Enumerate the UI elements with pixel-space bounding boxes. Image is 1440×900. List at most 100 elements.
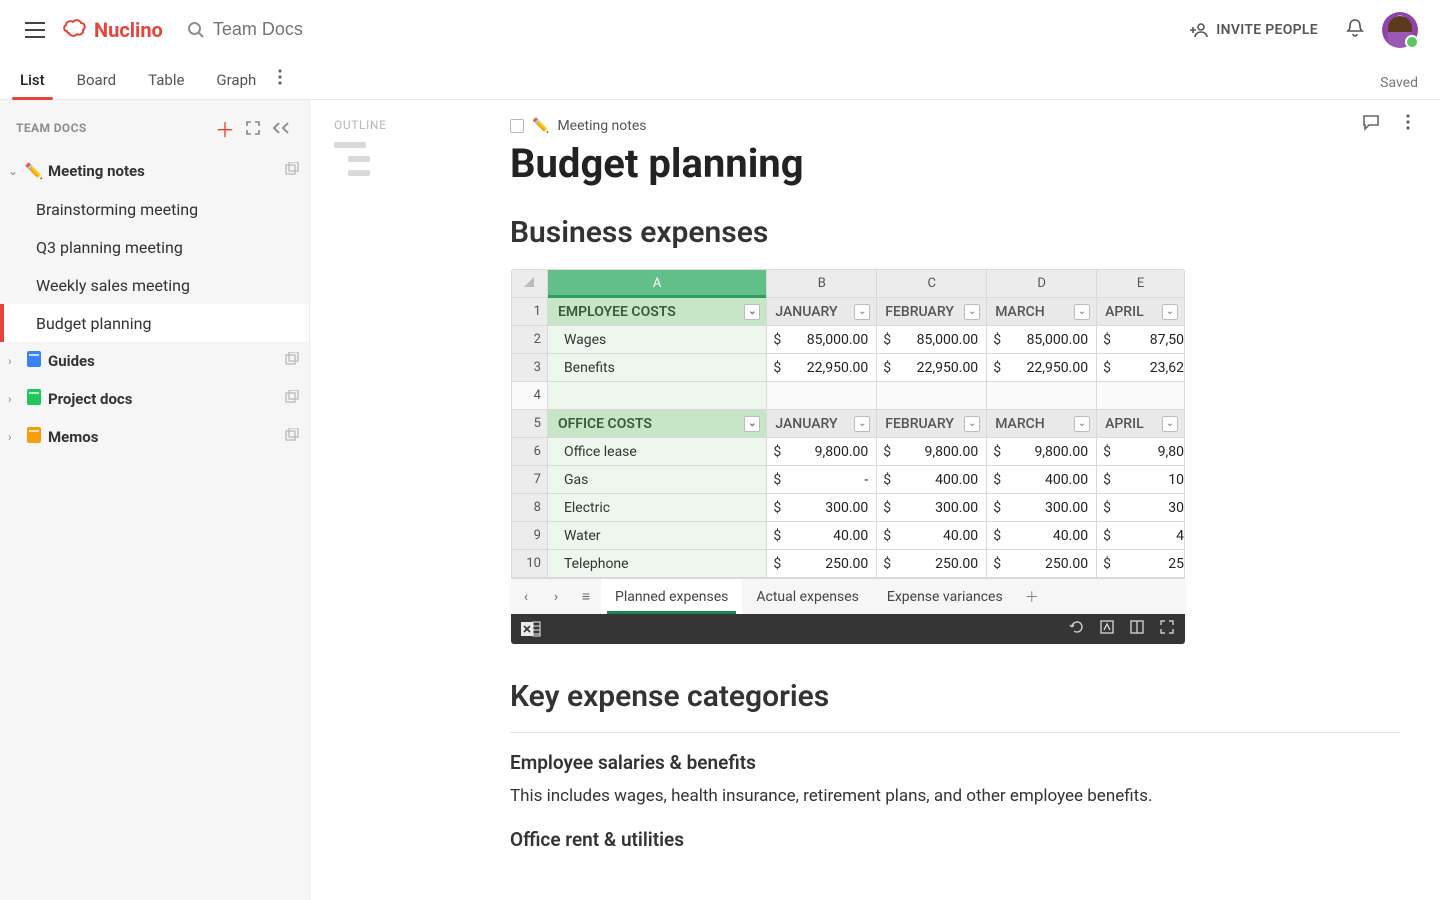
dropdown-icon[interactable]: ⌄ [854, 416, 870, 432]
dropdown-icon[interactable]: ⌄ [1162, 416, 1178, 432]
row-number[interactable]: 7 [512, 466, 548, 494]
row-number[interactable]: 8 [512, 494, 548, 522]
sheet-tab-planned-expenses[interactable]: Planned expenses [601, 579, 742, 614]
row-number[interactable]: 5 [512, 410, 548, 438]
row-label[interactable]: Water [547, 522, 766, 550]
sheet-all-tabs-button[interactable]: ≡ [571, 588, 601, 605]
row-number[interactable]: 9 [512, 522, 548, 550]
sidebar-item-project-docs[interactable]: ›Project docs [0, 380, 309, 418]
sheet-tab-actual-expenses[interactable]: Actual expenses [742, 579, 873, 614]
user-avatar[interactable] [1382, 12, 1418, 48]
sidebar-add-button[interactable]: ＋ [211, 114, 239, 142]
row-label[interactable]: Electric [547, 494, 766, 522]
row-number[interactable]: 3 [512, 354, 548, 382]
month-header[interactable]: APRIL⌄ [1097, 298, 1185, 326]
col-header-A[interactable]: A [547, 270, 766, 298]
month-header[interactable]: APRIL⌄ [1097, 410, 1185, 438]
view-more-button[interactable] [278, 69, 282, 99]
dropdown-icon[interactable]: ⌄ [1074, 416, 1090, 432]
row-number[interactable]: 10 [512, 550, 548, 578]
sheet-add-tab-button[interactable]: ＋ [1017, 587, 1047, 607]
row-label[interactable]: Office lease [547, 438, 766, 466]
cell[interactable]: $25 [1097, 550, 1185, 578]
breadcrumb[interactable]: ✏️ Meeting notes [510, 118, 1400, 134]
month-header[interactable]: JANUARY⌄ [767, 298, 877, 326]
dropdown-icon[interactable]: ⌄ [964, 304, 980, 320]
sidebar-item-guides[interactable]: ›Guides [0, 342, 309, 380]
notifications-button[interactable] [1346, 18, 1364, 42]
cell[interactable]: $400.00 [987, 466, 1097, 494]
doc-comments-button[interactable] [1362, 114, 1380, 136]
row-number[interactable]: 6 [512, 438, 548, 466]
month-header[interactable]: FEBRUARY⌄ [877, 298, 987, 326]
cell[interactable]: $250.00 [877, 550, 987, 578]
view-tab-list[interactable]: List [18, 71, 47, 99]
month-header[interactable]: MARCH⌄ [987, 298, 1097, 326]
col-header-E[interactable]: E [1097, 270, 1185, 298]
invite-people-button[interactable]: INVITE PEOPLE [1180, 16, 1328, 44]
view-tab-board[interactable]: Board [75, 71, 118, 99]
month-header[interactable]: MARCH⌄ [987, 410, 1097, 438]
doc-more-button[interactable] [1406, 114, 1410, 136]
cell[interactable]: $9,80 [1097, 438, 1185, 466]
cell[interactable]: $300.00 [767, 494, 877, 522]
cell[interactable]: $22,950.00 [767, 354, 877, 382]
sidebar-item-q3-planning-meeting[interactable]: Q3 planning meeting [0, 228, 309, 266]
row-number[interactable]: 4 [512, 382, 548, 410]
sheet-prev-button[interactable]: ‹ [511, 589, 541, 605]
row-label[interactable]: Wages [547, 326, 766, 354]
sidebar-item-budget-planning[interactable]: Budget planning [0, 304, 309, 342]
cell[interactable]: $85,000.00 [987, 326, 1097, 354]
sidebar-item-memos[interactable]: ›Memos [0, 418, 309, 456]
dropdown-icon[interactable]: ⌄ [964, 416, 980, 432]
dropdown-icon[interactable]: ⌄ [744, 416, 760, 432]
sheet-toolbar-columns[interactable] [1129, 619, 1145, 639]
col-header-D[interactable]: D [987, 270, 1097, 298]
spreadsheet-embed[interactable]: ABCDE1EMPLOYEE COSTS⌄JANUARY⌄FEBRUARY⌄MA… [510, 268, 1186, 645]
cell[interactable]: $87,50 [1097, 326, 1185, 354]
cell[interactable]: $10 [1097, 466, 1185, 494]
month-header[interactable]: JANUARY⌄ [767, 410, 877, 438]
cell[interactable]: $40.00 [987, 522, 1097, 550]
dropdown-icon[interactable]: ⌄ [1074, 304, 1090, 320]
cell[interactable]: $85,000.00 [767, 326, 877, 354]
sheet-tab-expense-variances[interactable]: Expense variances [873, 579, 1017, 614]
brand-logo[interactable]: Nuclino [62, 18, 163, 42]
sidebar-item-weekly-sales-meeting[interactable]: Weekly sales meeting [0, 266, 309, 304]
group-header[interactable]: EMPLOYEE COSTS⌄ [547, 298, 766, 326]
dropdown-icon[interactable]: ⌄ [854, 304, 870, 320]
sidebar-item-brainstorming-meeting[interactable]: Brainstorming meeting [0, 190, 309, 228]
view-tab-graph[interactable]: Graph [214, 71, 258, 99]
row-number[interactable]: 1 [512, 298, 548, 326]
sidebar-expand-button[interactable] [239, 114, 267, 142]
cell[interactable]: $- [767, 466, 877, 494]
row-label[interactable]: Gas [547, 466, 766, 494]
sidebar-item-meeting-notes[interactable]: ⌄✏️Meeting notes [0, 152, 309, 190]
menu-button[interactable] [18, 13, 52, 47]
cell[interactable]: $300.00 [877, 494, 987, 522]
cell[interactable]: $300.00 [987, 494, 1097, 522]
row-number[interactable]: 2 [512, 326, 548, 354]
cell[interactable]: $400.00 [877, 466, 987, 494]
sheet-corner[interactable] [512, 270, 548, 298]
cell[interactable]: $9,800.00 [987, 438, 1097, 466]
cell[interactable]: $250.00 [767, 550, 877, 578]
sheet-toolbar-fullscreen[interactable] [1159, 619, 1175, 639]
view-tab-table[interactable]: Table [146, 71, 186, 99]
cell[interactable]: $23,62 [1097, 354, 1185, 382]
cell[interactable]: $30 [1097, 494, 1185, 522]
sheet-toolbar-info[interactable] [1099, 619, 1115, 639]
dropdown-icon[interactable]: ⌄ [1162, 304, 1178, 320]
sheet-toolbar-refresh[interactable] [1069, 619, 1085, 639]
group-header[interactable]: OFFICE COSTS⌄ [547, 410, 766, 438]
cell[interactable]: $22,950.00 [877, 354, 987, 382]
col-header-C[interactable]: C [877, 270, 987, 298]
cell[interactable]: $250.00 [987, 550, 1097, 578]
cell[interactable]: $9,800.00 [877, 438, 987, 466]
col-header-B[interactable]: B [767, 270, 877, 298]
cell[interactable]: $85,000.00 [877, 326, 987, 354]
cell[interactable]: $40.00 [877, 522, 987, 550]
cell[interactable]: $40.00 [767, 522, 877, 550]
cell[interactable]: $22,950.00 [987, 354, 1097, 382]
dropdown-icon[interactable]: ⌄ [744, 304, 760, 320]
